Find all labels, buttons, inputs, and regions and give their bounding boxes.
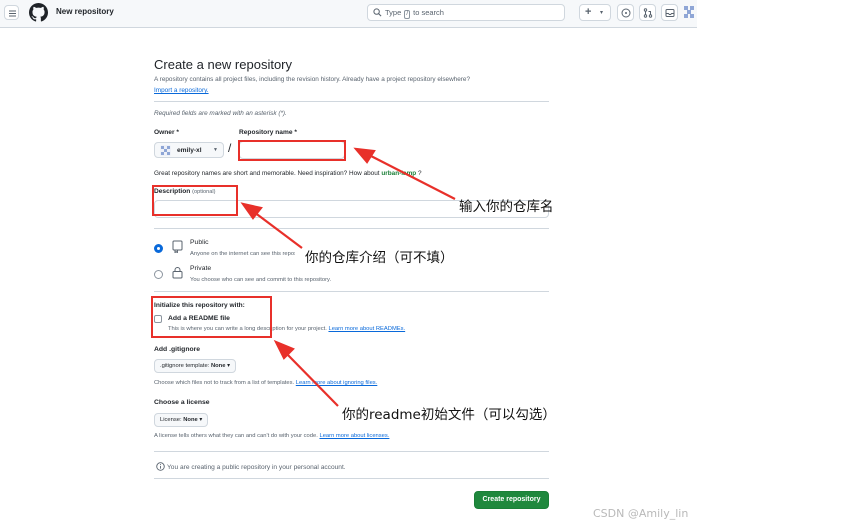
- arrowhead: [353, 147, 376, 164]
- arrow-repo-name: [368, 154, 456, 200]
- annotation-readme: 你的readme初始文件（可以勾选）: [342, 407, 556, 423]
- arrowhead: [273, 339, 295, 360]
- arrow-readme: [284, 351, 339, 407]
- annotation-repo-name: 输入你的仓库名: [459, 199, 554, 215]
- annotation-description: 你的仓库介绍（可不填）: [305, 250, 454, 266]
- arrow-description: [253, 211, 303, 249]
- watermark: CSDN @Amily_lin: [593, 507, 689, 520]
